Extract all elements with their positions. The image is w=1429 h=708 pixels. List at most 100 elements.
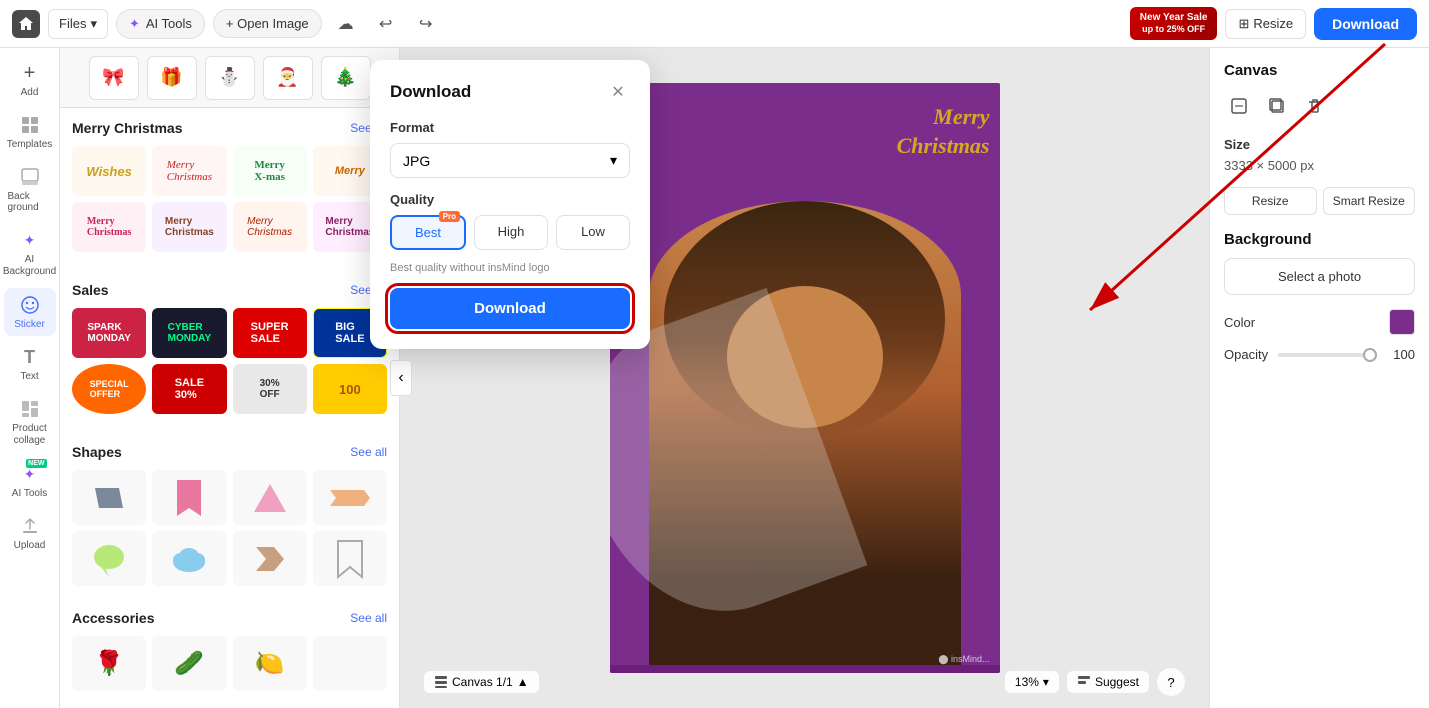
- shape-speech-bubble[interactable]: [72, 531, 146, 586]
- shape-triangle-pink[interactable]: [233, 470, 307, 525]
- canvas-duplicate-icon[interactable]: [1262, 91, 1292, 121]
- shapes-header: Shapes See all: [72, 444, 387, 460]
- sidebar-item-add[interactable]: + Add: [4, 56, 56, 104]
- download-action-button[interactable]: Download: [390, 288, 630, 329]
- new-year-line2: up to 25% OFF: [1140, 24, 1208, 36]
- sidebar-item-ai-background[interactable]: ✦ AIBackground: [4, 223, 56, 284]
- resize-canvas-button[interactable]: Resize: [1224, 187, 1317, 215]
- canvas-delete-icon[interactable]: [1300, 91, 1330, 121]
- shapes-section: Shapes See all: [60, 432, 399, 598]
- strip-item-5[interactable]: 🎄: [321, 56, 371, 100]
- home-logo[interactable]: [12, 10, 40, 38]
- sidebar-item-text[interactable]: T Text: [4, 340, 56, 388]
- xmas-item-7[interactable]: MerryChristmas: [233, 202, 307, 252]
- sidebar-item-product-collage[interactable]: Product collage: [4, 392, 56, 453]
- chevron-down-icon: ▾: [90, 16, 97, 32]
- dialog-close-button[interactable]: ✕: [606, 80, 630, 104]
- sidebar-item-sticker-label: Sticker: [14, 319, 45, 330]
- quality-low-button[interactable]: Low: [556, 215, 630, 250]
- strip-item-2[interactable]: 🎁: [147, 56, 197, 100]
- add-icon: +: [19, 62, 41, 84]
- accessories-see-all[interactable]: See all: [350, 611, 387, 625]
- quality-high-button[interactable]: High: [474, 215, 548, 250]
- sidebar-item-sticker[interactable]: Sticker: [4, 288, 56, 336]
- canvas-panel-icons: [1224, 91, 1415, 121]
- opacity-label: Opacity: [1224, 347, 1268, 362]
- open-image-button[interactable]: + Open Image: [213, 9, 322, 38]
- sale-item-spark[interactable]: SPARKMONDAY: [72, 308, 146, 358]
- sale-item-30off[interactable]: 30%OFF: [233, 364, 307, 414]
- files-menu-button[interactable]: Files ▾: [48, 9, 108, 39]
- quality-best-button[interactable]: Pro Best: [390, 215, 466, 250]
- shape-bookmark[interactable]: [313, 531, 387, 586]
- size-value: 3333 × 5000 px: [1224, 158, 1314, 173]
- background-section-title: Background: [1224, 231, 1415, 248]
- sidebar-item-background[interactable]: Back ground: [4, 160, 56, 219]
- suggest-button[interactable]: Suggest: [1067, 671, 1149, 693]
- sales-row-1: SPARKMONDAY CYBERMONDAY SUPERSALE BIGSAL…: [72, 308, 387, 358]
- ai-background-icon: ✦: [19, 229, 41, 251]
- download-top-button[interactable]: Download: [1314, 8, 1417, 40]
- shape-chevron-brown[interactable]: [233, 531, 307, 586]
- format-select[interactable]: JPG ▾: [390, 143, 630, 178]
- dialog-title: Download: [390, 82, 471, 102]
- sale-item-cyber[interactable]: CYBERMONDAY: [152, 308, 226, 358]
- opacity-row: Opacity 100: [1224, 347, 1415, 362]
- strip-item-3[interactable]: ⛄: [205, 56, 255, 100]
- sidebar-item-upload[interactable]: Upload: [4, 509, 56, 557]
- sale-item-100[interactable]: 100: [313, 364, 387, 414]
- zoom-control[interactable]: 13% ▾: [1005, 671, 1059, 693]
- acc-item-lemon[interactable]: 🍋: [233, 636, 307, 691]
- zoom-value: 13%: [1015, 675, 1039, 689]
- cloud-save-icon[interactable]: ☁: [330, 8, 362, 40]
- select-photo-button[interactable]: Select a photo: [1224, 258, 1415, 295]
- resize-icon: ⊞: [1238, 16, 1249, 32]
- accessories-header: Accessories See all: [72, 610, 387, 626]
- xmas-item-3[interactable]: MerryX-mas: [233, 146, 307, 196]
- new-year-promo-badge[interactable]: New Year Sale up to 25% OFF: [1130, 7, 1218, 40]
- strip-item-1[interactable]: 🎀: [89, 56, 139, 100]
- sale-item-sale30[interactable]: SALE30%: [152, 364, 226, 414]
- dialog-header: Download ✕: [390, 80, 630, 104]
- acc-item-flower[interactable]: 🌹: [72, 636, 146, 691]
- smart-resize-canvas-button[interactable]: Smart Resize: [1323, 187, 1416, 215]
- collapse-panel-button[interactable]: ‹: [390, 360, 412, 396]
- product-collage-icon: [19, 398, 41, 420]
- sale-item-super[interactable]: SUPERSALE: [233, 308, 307, 358]
- shape-ribbon-pink[interactable]: [152, 470, 226, 525]
- resize-buttons: Resize Smart Resize: [1224, 187, 1415, 215]
- undo-icon[interactable]: ↩: [370, 8, 402, 40]
- sale-item-special[interactable]: SPECIALOFFER: [72, 364, 146, 414]
- help-button[interactable]: ?: [1157, 668, 1185, 696]
- acc-item-cucumber[interactable]: 🥒: [152, 636, 226, 691]
- sidebar-item-ai-tools[interactable]: ✦ NEW AI Tools: [4, 457, 56, 505]
- shape-banner[interactable]: [313, 470, 387, 525]
- christmas-row-1: Wishes MerryChristmas MerryX-mas Merry: [72, 146, 387, 196]
- topbar: Files ▾ ✦ AI Tools + Open Image ☁ ↩ ↪ Ne…: [0, 0, 1429, 48]
- templates-icon: [19, 114, 41, 136]
- quality-high-label: High: [498, 224, 525, 239]
- resize-button[interactable]: ⊞ Resize: [1225, 9, 1306, 39]
- ai-tools-button[interactable]: ✦ AI Tools: [116, 9, 205, 39]
- merry-christmas-section: Merry Christmas See all Wishes MerryChri…: [60, 108, 399, 270]
- canvas-layers-button[interactable]: Canvas 1/1 ▲: [424, 671, 539, 693]
- sidebar-item-templates[interactable]: Templates: [4, 108, 56, 156]
- xmas-item-2[interactable]: MerryChristmas: [152, 146, 226, 196]
- opacity-slider[interactable]: [1278, 353, 1377, 357]
- xmas-item-5[interactable]: MerryChristmas: [72, 202, 146, 252]
- sidebar-item-ai-tools-label: AI Tools: [12, 488, 47, 499]
- sticker-panel: 🎀 🎁 ⛄ 🎅 🎄 Merry Christmas See all Wishes…: [60, 48, 400, 708]
- shape-cloud[interactable]: [152, 531, 226, 586]
- shape-parallelogram[interactable]: [72, 470, 146, 525]
- redo-icon[interactable]: ↪: [410, 8, 442, 40]
- shapes-see-all[interactable]: See all: [350, 445, 387, 459]
- sidebar-item-upload-label: Upload: [14, 540, 46, 551]
- color-swatch[interactable]: [1389, 309, 1415, 335]
- strip-item-4[interactable]: 🎅: [263, 56, 313, 100]
- format-chevron-icon: ▾: [610, 152, 617, 169]
- xmas-item-1[interactable]: Wishes: [72, 146, 146, 196]
- canvas-style-icon[interactable]: [1224, 91, 1254, 121]
- merry-christmas-header: Merry Christmas See all: [72, 120, 387, 136]
- xmas-item-6[interactable]: MerryChristmas: [152, 202, 226, 252]
- canvas-panel-title: Canvas: [1224, 62, 1415, 79]
